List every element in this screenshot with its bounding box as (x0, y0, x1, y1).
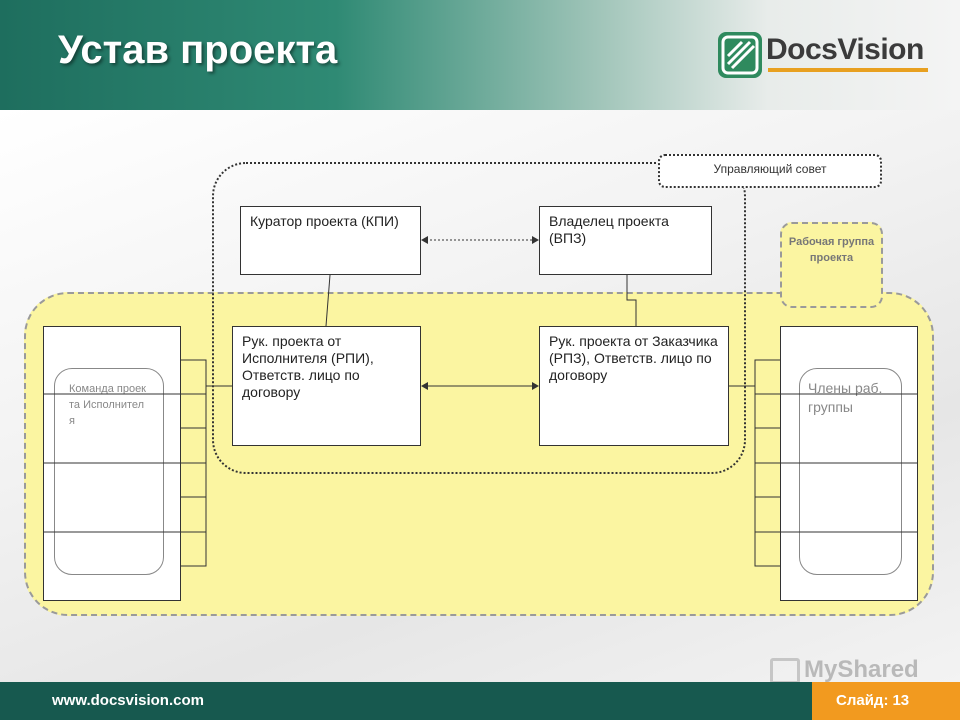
footer-url-link[interactable]: www.docsvision.com (52, 692, 204, 709)
watermark-text: MyShared (804, 656, 919, 683)
rpz-box: Рук. проекта от Заказчика (РПЗ), Ответст… (539, 326, 729, 446)
rpi-box: Рук. проекта от Исполнителя (РПИ), Ответ… (232, 326, 421, 446)
slide-label: Слайд: (836, 692, 889, 709)
slide-number-badge: Слайд: 13 (812, 682, 960, 720)
slide-number: 13 (892, 692, 910, 709)
curator-box: Куратор проекта (КПИ) (240, 206, 421, 275)
footer-bar: www.docsvision.com Слайд: 13 (0, 682, 960, 720)
myshared-watermark: MyShared (770, 656, 919, 684)
myshared-watermark-icon (770, 657, 800, 684)
owner-box: Владелец проекта (ВПЗ) (539, 206, 712, 275)
connector-lines (43, 236, 918, 567)
